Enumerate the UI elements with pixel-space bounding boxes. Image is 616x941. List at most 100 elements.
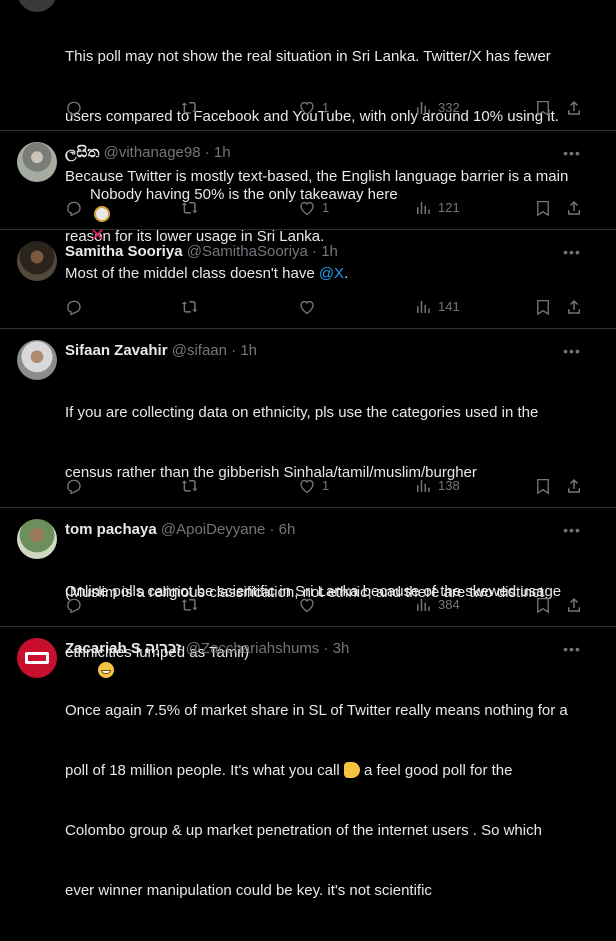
like-count: 1 — [322, 100, 330, 115]
tweet[interactable]: tom pachaya @ApoiDeyyane · 6h ••• Online… — [0, 508, 616, 678]
views-button[interactable]: 121 — [414, 198, 460, 218]
user-handle[interactable]: @SamithaSooriya — [187, 243, 308, 260]
retweet-button[interactable] — [181, 198, 199, 218]
user-handle[interactable]: @Zacchariahshums — [186, 640, 320, 657]
more-button[interactable]: ••• — [562, 242, 582, 262]
tweet-header: Sifaan Zavahir @sifaan · 1h — [65, 341, 556, 361]
like-count: 1 — [322, 478, 330, 493]
more-icon: ••• — [563, 145, 581, 161]
like-button[interactable] — [298, 297, 316, 317]
bookmark-button[interactable] — [534, 198, 552, 218]
heart-icon — [300, 101, 314, 116]
timestamp[interactable]: 1h — [240, 342, 257, 359]
tweet-actions: 384 — [0, 595, 616, 615]
avatar[interactable] — [17, 0, 57, 12]
retweet-icon — [181, 301, 198, 313]
timestamp[interactable]: 1h — [214, 144, 231, 161]
retweet-button[interactable] — [181, 98, 199, 118]
tweet-actions: 1 332 — [0, 98, 616, 118]
tweet-text-line: Colombo group & up market penetration of… — [65, 822, 542, 839]
like-button[interactable]: 1 — [298, 98, 329, 118]
like-count: 1 — [322, 200, 330, 215]
heart-icon — [300, 479, 314, 494]
mention-link[interactable]: @X — [319, 265, 344, 282]
like-button[interactable] — [298, 595, 316, 615]
heart-icon — [300, 201, 314, 216]
display-name[interactable]: Samitha Sooriya — [65, 243, 183, 260]
tweet[interactable]: ලසිත @vithanage98 · 1h ••• Nobody having… — [0, 131, 616, 245]
views-icon — [417, 480, 430, 492]
user-handle[interactable]: @sifaan — [172, 342, 227, 359]
display-name[interactable]: Zacariah S זְכַרְיָה — [65, 640, 182, 657]
views-icon — [417, 102, 430, 114]
views-button[interactable]: 141 — [414, 297, 460, 317]
separator-dot: · — [200, 144, 214, 161]
more-button[interactable]: ••• — [562, 639, 582, 659]
timestamp[interactable]: 1h — [321, 243, 338, 260]
timestamp[interactable]: 6h — [279, 521, 296, 538]
more-icon: ••• — [563, 244, 581, 260]
bookmark-icon — [537, 100, 549, 117]
tweet-header: Samitha Sooriya @SamithaSooriya · 1h — [65, 242, 556, 262]
reply-button[interactable] — [65, 595, 83, 615]
share-button[interactable] — [565, 98, 583, 118]
avatar[interactable] — [17, 241, 57, 281]
tweet[interactable]: This poll may not show the real situatio… — [0, 0, 616, 245]
tweet-text-content: Most of the middel class doesn't have — [65, 265, 319, 282]
tweet-text: Most of the middel class doesn't have @X… — [65, 264, 595, 284]
display-name[interactable]: tom pachaya — [65, 521, 157, 538]
tweet-text-line: This poll may not show the real situatio… — [65, 48, 551, 65]
more-button[interactable]: ••• — [562, 520, 582, 540]
bookmark-button[interactable] — [534, 595, 552, 615]
views-button[interactable]: 384 — [414, 595, 460, 615]
reply-button[interactable] — [65, 297, 83, 317]
retweet-button[interactable] — [181, 297, 199, 317]
tweet[interactable]: Samitha Sooriya @SamithaSooriya · 1h •••… — [0, 230, 616, 329]
more-button[interactable]: ••• — [562, 143, 582, 163]
views-button[interactable]: 138 — [414, 476, 460, 496]
reply-button[interactable] — [65, 98, 83, 118]
user-handle[interactable]: @ApoiDeyyane — [161, 521, 265, 538]
retweet-button[interactable] — [181, 595, 199, 615]
tweet-text-line: Once again 7.5% of market share in SL of… — [65, 702, 568, 719]
share-icon — [568, 478, 580, 493]
reply-button[interactable] — [65, 476, 83, 496]
share-button[interactable] — [565, 476, 583, 496]
more-button[interactable]: ••• — [562, 341, 582, 361]
bookmark-button[interactable] — [534, 476, 552, 496]
views-icon — [417, 202, 430, 214]
timestamp[interactable]: 3h — [333, 640, 350, 657]
share-button[interactable] — [565, 198, 583, 218]
tweet-header: ලසිත @vithanage98 · 1h — [65, 143, 556, 163]
views-count: 141 — [438, 299, 460, 314]
bookmark-button[interactable] — [534, 98, 552, 118]
views-button[interactable]: 332 — [414, 98, 460, 118]
reply-button[interactable] — [65, 198, 83, 218]
bookmark-button[interactable] — [534, 297, 552, 317]
separator-dot: · — [319, 640, 333, 657]
retweet-icon — [181, 480, 198, 492]
tweet-header: tom pachaya @ApoiDeyyane · 6h — [65, 520, 556, 540]
user-handle[interactable]: @vithanage98 — [104, 144, 201, 161]
like-button[interactable]: 1 — [298, 476, 329, 496]
avatar[interactable] — [17, 519, 57, 559]
reply-icon — [67, 101, 81, 117]
retweet-button[interactable] — [181, 476, 199, 496]
share-button[interactable] — [565, 297, 583, 317]
share-button[interactable] — [565, 595, 583, 615]
views-count: 384 — [438, 597, 460, 612]
separator-dot: · — [307, 243, 322, 260]
tweet[interactable]: Zacariah S זְכַרְיָה @Zacchariahshums · … — [0, 627, 616, 899]
avatar[interactable] — [17, 340, 57, 380]
display-name[interactable]: Sifaan Zavahir — [65, 342, 168, 359]
separator-dot: · — [226, 342, 241, 359]
tweet[interactable]: Sifaan Zavahir @sifaan · 1h ••• If you a… — [0, 329, 616, 661]
avatar[interactable] — [17, 142, 57, 182]
heart-icon — [300, 598, 314, 613]
avatar[interactable] — [17, 638, 57, 678]
tweet-actions: 1 138 — [0, 476, 616, 496]
display-name[interactable]: ලසිත — [65, 144, 99, 161]
tweet-actions: 1 121 — [0, 198, 616, 218]
like-button[interactable]: 1 — [298, 198, 329, 218]
reply-icon — [67, 479, 81, 495]
